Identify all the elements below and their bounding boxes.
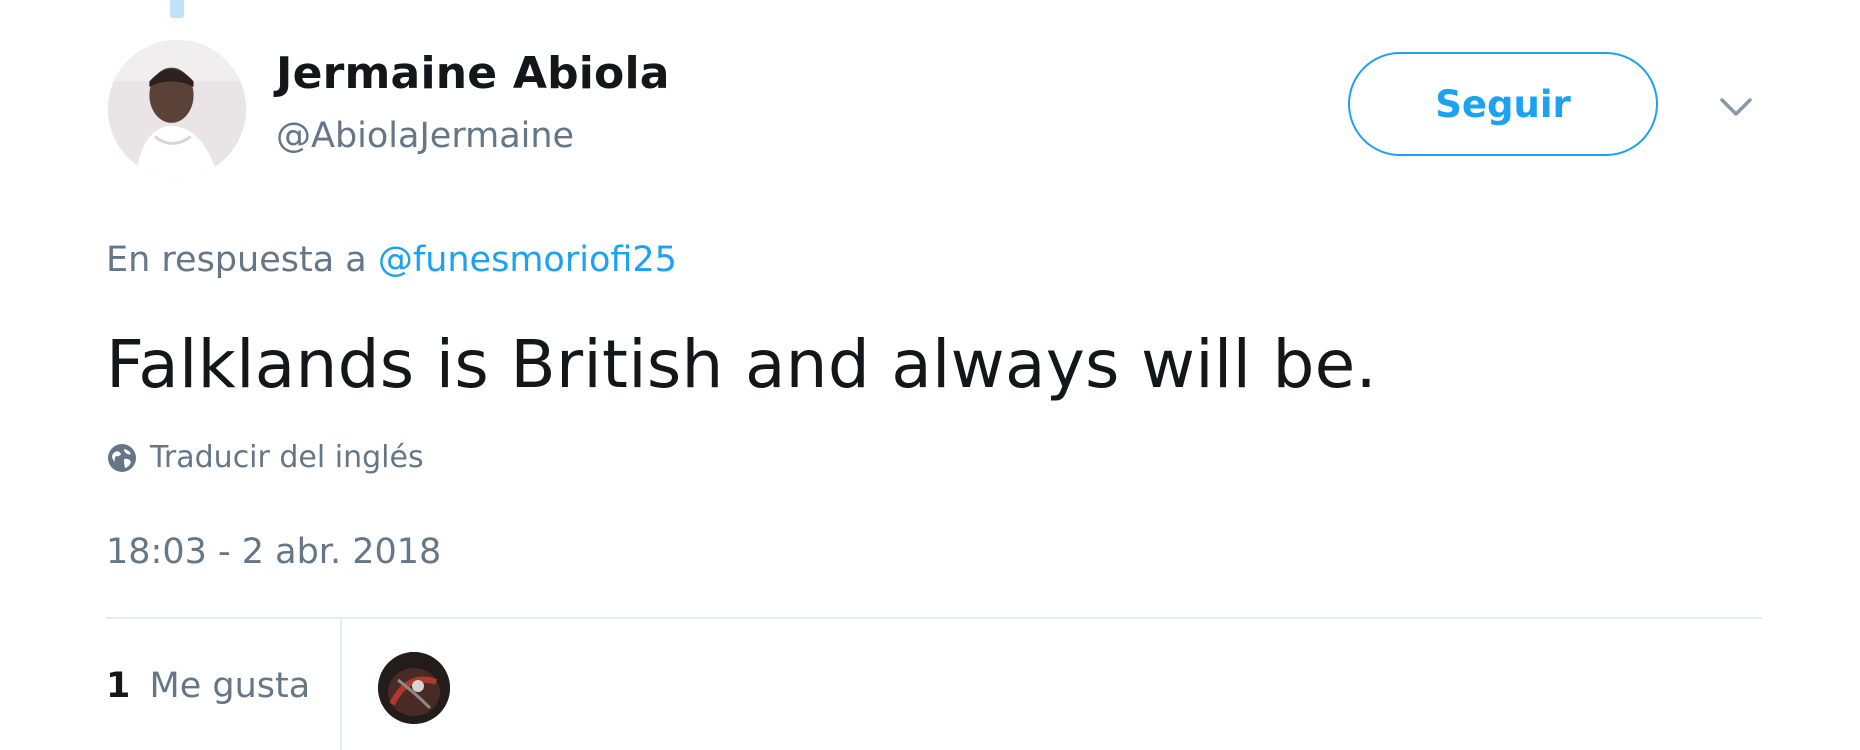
thread-connector xyxy=(170,0,184,18)
follow-button[interactable]: Seguir xyxy=(1348,52,1658,156)
author-display-name[interactable]: Jermaine Abiola xyxy=(276,48,670,99)
author-handle[interactable]: @AbiolaJermaine xyxy=(276,116,574,156)
translate-link[interactable]: Traducir del inglés xyxy=(106,440,424,475)
likes-stat[interactable]: 1 Me gusta xyxy=(106,666,310,706)
tweet-timestamp[interactable]: 18:03 - 2 abr. 2018 xyxy=(106,532,441,572)
stats-divider xyxy=(106,617,1762,619)
tweet-text: Falklands is British and always will be. xyxy=(106,326,1377,403)
liker-avatar-image xyxy=(378,652,450,724)
likes-count: 1 xyxy=(106,666,131,706)
reply-mention-link[interactable]: @funesmoriofi25 xyxy=(378,240,677,280)
liker-avatar[interactable] xyxy=(378,652,450,724)
tweet-detail: Jermaine Abiola @AbiolaJermaine Seguir E… xyxy=(0,0,1860,750)
translate-label: Traducir del inglés xyxy=(150,440,424,475)
chevron-down-icon[interactable] xyxy=(1718,92,1754,122)
stats-separator xyxy=(340,619,342,750)
author-avatar[interactable] xyxy=(108,40,246,178)
likes-label: Me gusta xyxy=(149,666,311,706)
globe-icon xyxy=(106,442,138,474)
reply-context-prefix: En respuesta a xyxy=(106,240,367,280)
author-avatar-image xyxy=(108,40,246,178)
reply-context: En respuesta a @funesmoriofi25 xyxy=(106,240,677,280)
